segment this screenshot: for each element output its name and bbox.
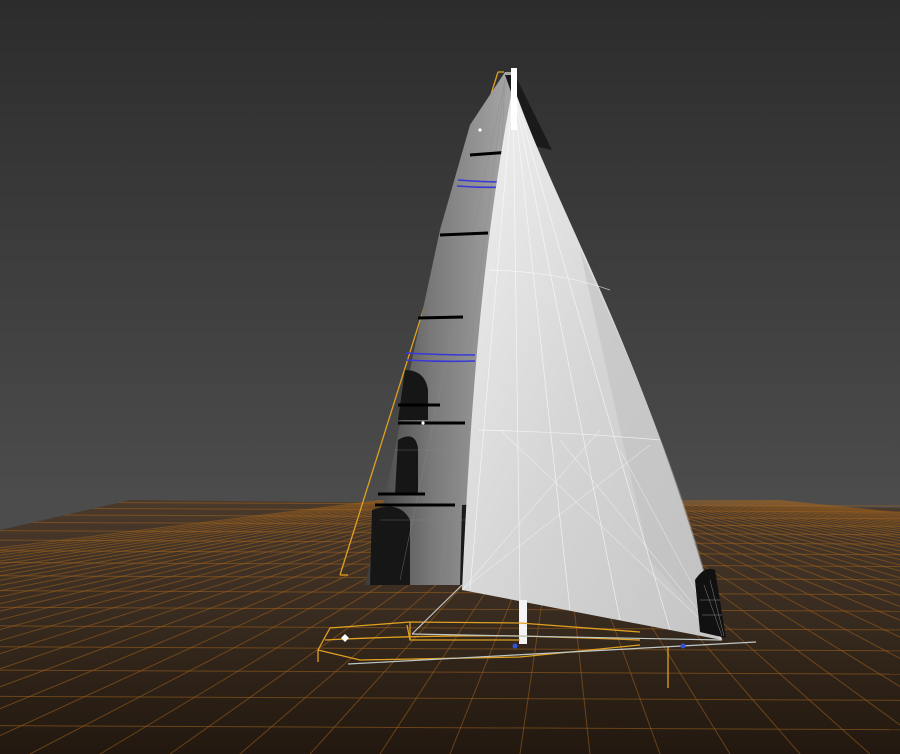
tack-point (512, 643, 518, 649)
3d-viewport[interactable] (0, 0, 900, 754)
clew-point (680, 643, 686, 649)
batten-point (421, 421, 425, 425)
head-point (478, 128, 482, 132)
mast-base (519, 600, 527, 644)
mast (511, 68, 517, 130)
sail-scene (0, 0, 900, 754)
